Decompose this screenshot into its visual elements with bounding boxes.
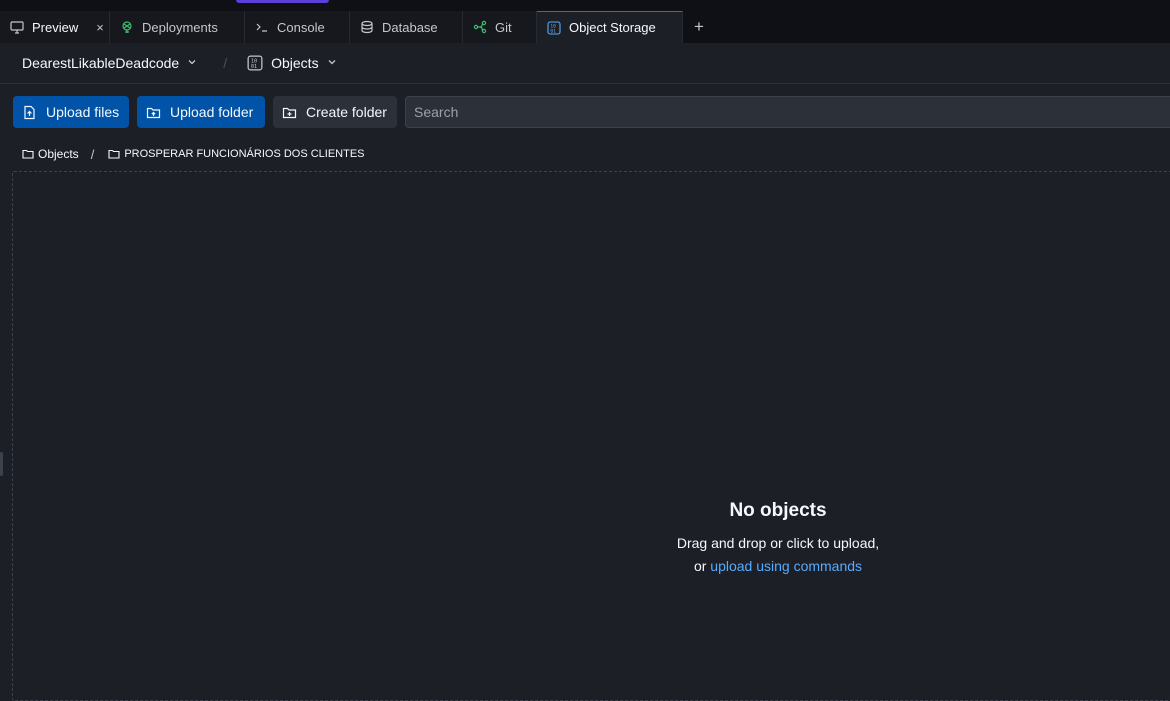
search-input[interactable] <box>405 96 1170 128</box>
monitor-icon <box>10 20 24 34</box>
top-accent-bar <box>236 0 329 3</box>
empty-state: No objects Drag and drop or click to upl… <box>622 500 934 578</box>
upload-files-label: Upload files <box>46 104 120 120</box>
chevron-down-icon <box>187 57 197 70</box>
create-folder-button[interactable]: Create folder <box>273 96 397 128</box>
resize-handle[interactable] <box>0 452 3 476</box>
upload-folder-button[interactable]: Upload folder <box>137 96 265 128</box>
folder-plus-icon <box>282 105 297 120</box>
upload-files-button[interactable]: Upload files <box>13 96 129 128</box>
close-icon[interactable]: × <box>96 20 104 35</box>
chevron-down-icon <box>327 57 337 70</box>
drop-zone[interactable] <box>12 171 1170 701</box>
add-tab-button[interactable]: + <box>683 11 715 43</box>
terminal-icon <box>255 20 269 34</box>
svg-text:01: 01 <box>251 64 257 70</box>
tab-database[interactable]: Database <box>350 11 463 43</box>
svg-text:01: 01 <box>550 28 556 34</box>
upload-icon <box>22 105 37 120</box>
section-name: Objects <box>271 55 319 71</box>
breadcrumb-current-label: PROSPERAR FUNCIONÁRIOS DOS CLIENTES <box>124 148 365 160</box>
header-separator: / <box>223 55 228 71</box>
upload-folder-label: Upload folder <box>170 104 254 120</box>
folder-upload-icon <box>146 105 161 120</box>
breadcrumb-root[interactable]: Objects <box>22 147 79 161</box>
breadcrumb: Objects / PROSPERAR FUNCIONÁRIOS DOS CLI… <box>22 146 365 162</box>
git-icon <box>473 20 487 34</box>
tab-label: Object Storage <box>569 20 656 35</box>
tab-label: Database <box>382 19 438 35</box>
tab-label: Console <box>277 19 325 35</box>
top-strip <box>0 0 1170 11</box>
upload-commands-link[interactable]: upload using commands <box>710 558 862 574</box>
section-selector[interactable]: 10 01 Objects <box>247 55 336 71</box>
tab-bar: Preview × Deployments Console Database G… <box>0 11 1170 43</box>
database-icon <box>360 20 374 34</box>
toolbar: Upload files Upload folder Create folder <box>13 96 1170 128</box>
tab-label: Preview <box>32 19 79 35</box>
tab-label: Deployments <box>142 19 218 35</box>
tab-deployments[interactable]: Deployments <box>110 11 245 43</box>
folder-icon <box>108 148 120 160</box>
object-storage-icon: 10 01 <box>547 20 561 35</box>
tab-console[interactable]: Console <box>245 11 350 43</box>
tab-object-storage[interactable]: 10 01 Object Storage <box>537 11 683 43</box>
tab-git[interactable]: Git <box>463 11 537 43</box>
empty-state-line2: or upload using commands <box>622 555 934 578</box>
empty-state-title: No objects <box>729 500 827 521</box>
deployments-icon <box>120 20 134 34</box>
tab-label: Git <box>495 19 512 35</box>
repl-selector[interactable]: DearestLikableDeadcode <box>22 55 197 71</box>
object-storage-icon: 10 01 <box>247 55 263 71</box>
empty-state-prefix: or <box>693 558 711 574</box>
folder-icon <box>22 148 34 160</box>
breadcrumb-current[interactable]: PROSPERAR FUNCIONÁRIOS DOS CLIENTES <box>108 148 365 160</box>
breadcrumb-root-label: Objects <box>38 147 79 161</box>
sub-header: DearestLikableDeadcode / 10 01 Objects <box>0 43 1170 84</box>
empty-state-line1: Drag and drop or click to upload, <box>676 535 880 551</box>
breadcrumb-separator: / <box>90 146 95 162</box>
tab-preview[interactable]: Preview × <box>0 11 110 43</box>
repl-name: DearestLikableDeadcode <box>22 55 180 71</box>
create-folder-label: Create folder <box>306 104 387 120</box>
